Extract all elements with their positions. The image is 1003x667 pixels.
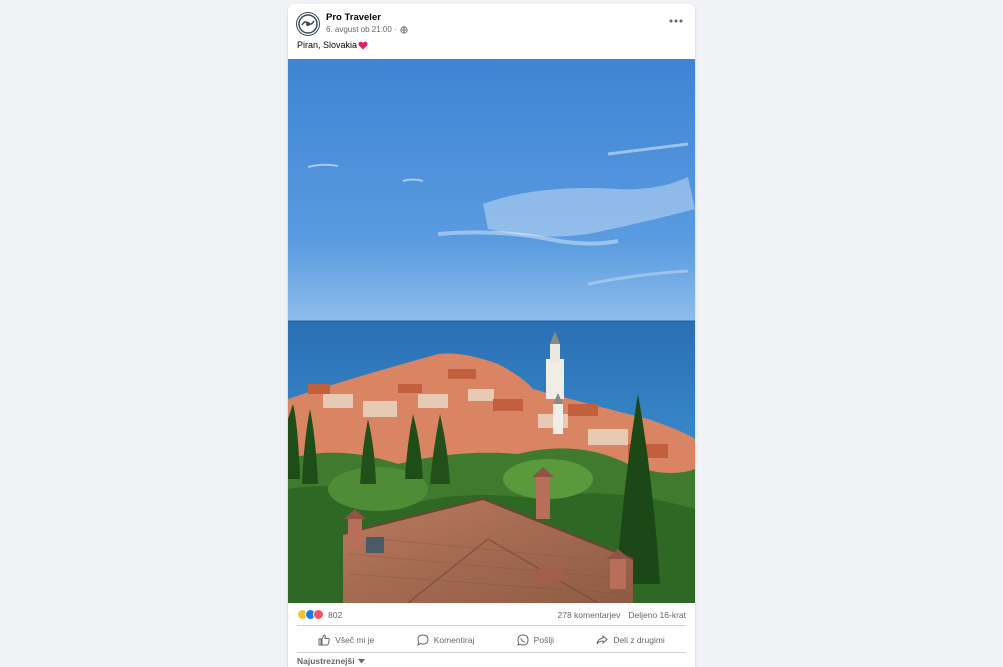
like-label: Všeč mi je <box>335 635 375 645</box>
post-timestamp[interactable]: 6. avgust ob 21:00 · <box>326 25 397 34</box>
like-button[interactable]: Všeč mi je <box>308 632 384 648</box>
post-photo[interactable] <box>288 59 695 603</box>
comment-icon <box>416 634 429 646</box>
sort-label: Najustreznejši <box>297 656 355 666</box>
comment-button[interactable]: Komentiraj <box>407 632 485 648</box>
divider <box>297 652 686 653</box>
page-avatar[interactable] <box>296 12 320 36</box>
post-header: Pro Traveler 6. avgust ob 21:00 · Piran,… <box>288 4 695 56</box>
globe-icon[interactable] <box>400 25 408 34</box>
engagement-counts: 278 komentarjev Deljeno 16-krat <box>558 610 686 620</box>
whatsapp-icon <box>516 634 529 646</box>
pro-traveler-logo-icon <box>298 14 318 34</box>
angry-icon <box>313 609 324 620</box>
reaction-count[interactable]: 802 <box>328 610 342 620</box>
share-icon <box>596 634 609 645</box>
comments-count[interactable]: 278 komentarjev <box>558 610 621 620</box>
share-label: Deli z drugimi <box>613 635 665 645</box>
chevron-down-icon <box>357 658 365 663</box>
comment-label: Komentiraj <box>433 635 475 645</box>
send-label: Pošlji <box>533 635 554 645</box>
send-button[interactable]: Pošlji <box>507 632 564 648</box>
post-stats: 802 278 komentarjev Deljeno 16-krat <box>288 606 695 624</box>
shares-count[interactable]: Deljeno 16-krat <box>628 610 686 620</box>
thumbs-up-icon <box>318 634 330 646</box>
page-name[interactable]: Pro Traveler <box>326 12 381 23</box>
more-options-button[interactable] <box>667 14 685 28</box>
divider <box>297 625 686 626</box>
caption-text: Piran, Slovakia <box>297 40 358 50</box>
reactions-summary[interactable]: 802 <box>297 609 342 620</box>
comment-sort-dropdown[interactable]: Najustreznejši <box>297 656 365 666</box>
action-bar: Všeč mi je Komentiraj Pošlji Deli z drug… <box>297 630 686 650</box>
red-heart-icon <box>358 41 368 49</box>
share-button[interactable]: Deli z drugimi <box>586 632 675 648</box>
feed-post: Pro Traveler 6. avgust ob 21:00 · Piran,… <box>288 4 695 667</box>
post-meta: 6. avgust ob 21:00 · <box>326 25 408 34</box>
ellipsis-icon <box>669 19 683 23</box>
post-caption: Piran, Slovakia <box>297 40 368 50</box>
